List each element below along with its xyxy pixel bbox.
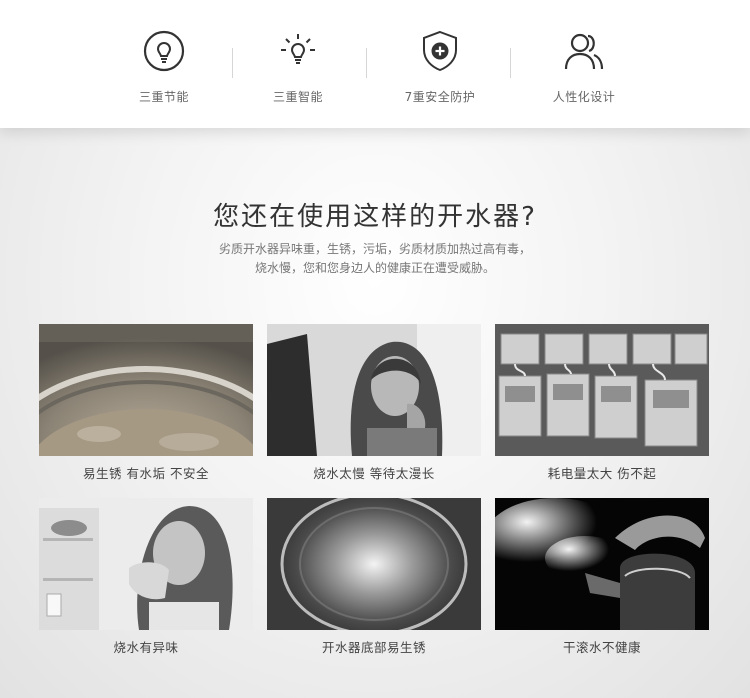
electric-meters-photo: [495, 324, 709, 456]
problem-card-bottom: 开水器底部易生锈: [267, 498, 481, 656]
tired-woman-photo: [267, 324, 481, 456]
divider: [232, 48, 233, 78]
card-caption: 耗电量太大 伤不起: [547, 466, 657, 481]
card-caption: 开水器底部易生锈: [321, 640, 426, 655]
subtitle-line: 烧水慢，您和您身边人的健康正在遭受威胁。: [254, 261, 495, 275]
feature-bar: 三重节能 三重智能 7重安全防护 人性化设计: [0, 0, 750, 128]
problem-card-odor: 烧水有异味: [39, 498, 253, 656]
smart-bulb-icon: [281, 34, 315, 64]
problem-card-boiling: 干滚水不健康: [495, 498, 709, 656]
feature-label-design: 人性化设计: [552, 90, 616, 104]
divider: [366, 48, 367, 78]
rusty-pot-photo: [39, 324, 253, 456]
feature-label-smart: 三重智能: [272, 90, 323, 104]
users-icon: [564, 33, 604, 70]
problem-card-slow: 烧水太慢 等待太漫长: [267, 324, 481, 482]
feature-safety: 7重安全防护: [380, 28, 500, 105]
feature-energy: 三重节能: [104, 28, 224, 105]
problem-card-rust: 易生锈 有水垢 不安全: [39, 324, 253, 482]
lightbulb-icon: [143, 30, 185, 72]
card-caption: 烧水有异味: [113, 640, 179, 655]
card-caption: 干滚水不健康: [562, 640, 641, 655]
steaming-kettle-photo: [495, 498, 709, 630]
feature-label-energy: 三重节能: [138, 90, 189, 104]
card-caption: 易生锈 有水垢 不安全: [83, 466, 209, 481]
page-title: 您还在使用这样的开水器?: [213, 202, 537, 232]
subtitle-text: 劣质开水器异味重，生锈，污垢，劣质材质加热过高有毒， 烧水慢，您和您身边人的健康…: [0, 240, 750, 278]
problem-card-power: 耗电量太大 伤不起: [495, 324, 709, 482]
feature-design: 人性化设计: [524, 28, 644, 105]
card-caption: 烧水太慢 等待太漫长: [313, 466, 435, 481]
feature-smart: 三重智能: [238, 28, 358, 105]
subtitle-line: 劣质开水器异味重，生锈，污垢，劣质材质加热过高有毒，: [218, 242, 531, 256]
boiler-bottom-photo: [267, 498, 481, 630]
feature-label-safety: 7重安全防护: [404, 90, 476, 104]
shield-plus-icon: [423, 30, 457, 72]
woman-covering-nose-photo: [39, 498, 253, 630]
divider: [510, 48, 511, 78]
